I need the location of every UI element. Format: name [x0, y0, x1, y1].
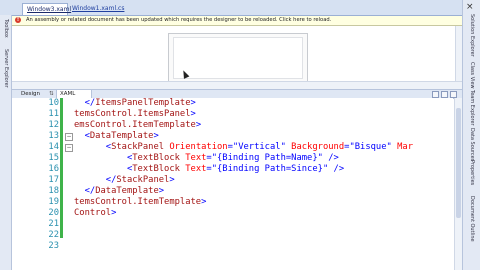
code-token: /> — [328, 153, 339, 163]
design-surface[interactable] — [12, 26, 463, 89]
properties-tab[interactable]: Properties — [469, 160, 475, 185]
code-token: "Bisque" — [349, 142, 392, 152]
code-line[interactable]: </ItemsPanelTemplate> — [74, 98, 196, 109]
code-token: > — [169, 175, 175, 185]
code-token: DataTemplate — [89, 131, 154, 141]
code-token: > — [195, 120, 202, 130]
code-token: </ — [84, 98, 96, 108]
code-token: > — [111, 208, 117, 218]
code-token: Text — [185, 153, 207, 163]
scrollbar-thumb[interactable] — [456, 108, 461, 218]
error-circle-icon: ! — [15, 17, 21, 23]
class-view-tab[interactable]: Class View — [469, 62, 475, 89]
code-token: /> — [333, 164, 345, 174]
solution-explorer-tab[interactable]: Solution Explorer — [469, 14, 475, 57]
document-outline-tab[interactable]: Document Outline — [469, 196, 475, 242]
code-token: temsControl.ItemTemplate — [74, 197, 202, 207]
team-explorer-tab[interactable]: Team Explorer — [469, 90, 475, 126]
line-number: 12 — [48, 120, 59, 130]
toolbox-tab[interactable]: Toolbox — [3, 19, 9, 38]
code-line[interactable]: </StackPanel> — [74, 175, 175, 186]
designer-horizontal-scrollbar[interactable] — [12, 81, 462, 89]
line-number: 23 — [48, 241, 59, 251]
code-line[interactable]: <DataTemplate> — [74, 131, 159, 142]
code-token: TextBlock — [132, 164, 180, 174]
line-number: 21 — [48, 219, 59, 229]
code-line[interactable]: temsControl.ItemTemplate> — [74, 197, 206, 208]
data-sources-tab[interactable]: Data Sources — [469, 128, 475, 161]
code-token: Mar — [397, 142, 413, 152]
tab-xaml[interactable]: XAML — [56, 90, 92, 98]
tab-window1-xaml-cs[interactable]: Window1.xaml.cs — [68, 3, 124, 15]
window-preview-content — [173, 37, 303, 79]
code-token: > — [158, 186, 165, 196]
line-number: 10 — [48, 98, 59, 108]
line-number-gutter: 10 11 12 13 14 15 16 17 18 19 20 21 22 23 — [12, 98, 59, 270]
code-token: StackPanel — [116, 175, 170, 185]
info-bar-text[interactable]: An assembly or related document has been… — [26, 16, 331, 25]
code-token: StackPanel — [111, 142, 165, 152]
vertical-split-icon[interactable] — [432, 91, 439, 98]
server-explorer-tab[interactable]: Server Explorer — [3, 49, 9, 88]
code-token: > — [201, 197, 207, 207]
line-number: 22 — [48, 230, 59, 240]
line-number: 13 — [48, 131, 59, 141]
code-token: </ — [84, 186, 96, 196]
line-number: 16 — [48, 164, 59, 174]
code-token: Control — [74, 208, 112, 218]
line-number: 18 — [48, 186, 59, 196]
code-token: emsControl.ItemTemplate — [74, 120, 196, 130]
code-token: "Vertical" — [232, 142, 286, 152]
tab-window3-xaml[interactable]: Window3.xaml — [22, 3, 71, 15]
xaml-code-editor[interactable]: 10 11 12 13 14 15 16 17 18 19 20 21 22 23 </ItemsPane… — [12, 98, 453, 270]
code-line[interactable]: temsControl.ItemsPanel> — [74, 109, 196, 120]
tool-windows-strip: × Solution Explorer Class View Team Expl… — [462, 0, 480, 270]
line-number: 20 — [48, 208, 59, 218]
reload-info-bar[interactable]: ! An assembly or related document has be… — [12, 16, 462, 26]
code-line[interactable]: <TextBlock Text="{Binding Path=Since}" /… — [74, 164, 344, 175]
collapse-outline-icon[interactable]: − — [65, 144, 73, 152]
code-token: ItemsPanelTemplate — [95, 98, 191, 108]
code-token: Background — [291, 142, 345, 152]
code-token: TextBlock — [132, 153, 180, 163]
code-line[interactable]: </DataTemplate> — [74, 186, 164, 197]
code-token: Text — [185, 164, 207, 174]
collapse-outline-icon[interactable]: − — [65, 133, 73, 141]
line-number: 14 — [48, 142, 59, 152]
line-number: 11 — [48, 109, 59, 119]
code-line[interactable]: emsControl.ItemTemplate> — [74, 120, 201, 131]
toolbox-strip: Toolbox Server Explorer — [0, 15, 12, 270]
close-icon[interactable]: × — [466, 2, 474, 12]
code-token: </ — [105, 175, 117, 185]
code-token: > — [190, 109, 196, 119]
code-token: temsControl.ItemsPanel — [74, 109, 191, 119]
code-token: "{Binding Path=Name}" — [211, 153, 323, 163]
code-line[interactable]: <StackPanel Orientation="Vertical" Backg… — [74, 142, 413, 153]
change-tracking-bar — [60, 98, 63, 238]
code-token: DataTemplate — [95, 186, 159, 196]
collapse-pane-icon[interactable] — [450, 91, 457, 98]
line-number: 15 — [48, 153, 59, 163]
code-line[interactable]: Control> — [74, 208, 116, 219]
line-number: 17 — [48, 175, 59, 185]
code-line[interactable]: <TextBlock Text="{Binding Path=Name}" /> — [74, 153, 339, 164]
code-token: > — [190, 98, 196, 108]
code-token: "{Binding Path=Since}" — [211, 164, 329, 174]
document-tab-bar: Window3.xaml Window1.xaml.cs × — [0, 0, 480, 16]
line-number: 19 — [48, 197, 59, 207]
horizontal-split-icon[interactable] — [441, 91, 448, 98]
code-token: Orientation — [169, 142, 228, 152]
code-token: > — [153, 131, 159, 141]
